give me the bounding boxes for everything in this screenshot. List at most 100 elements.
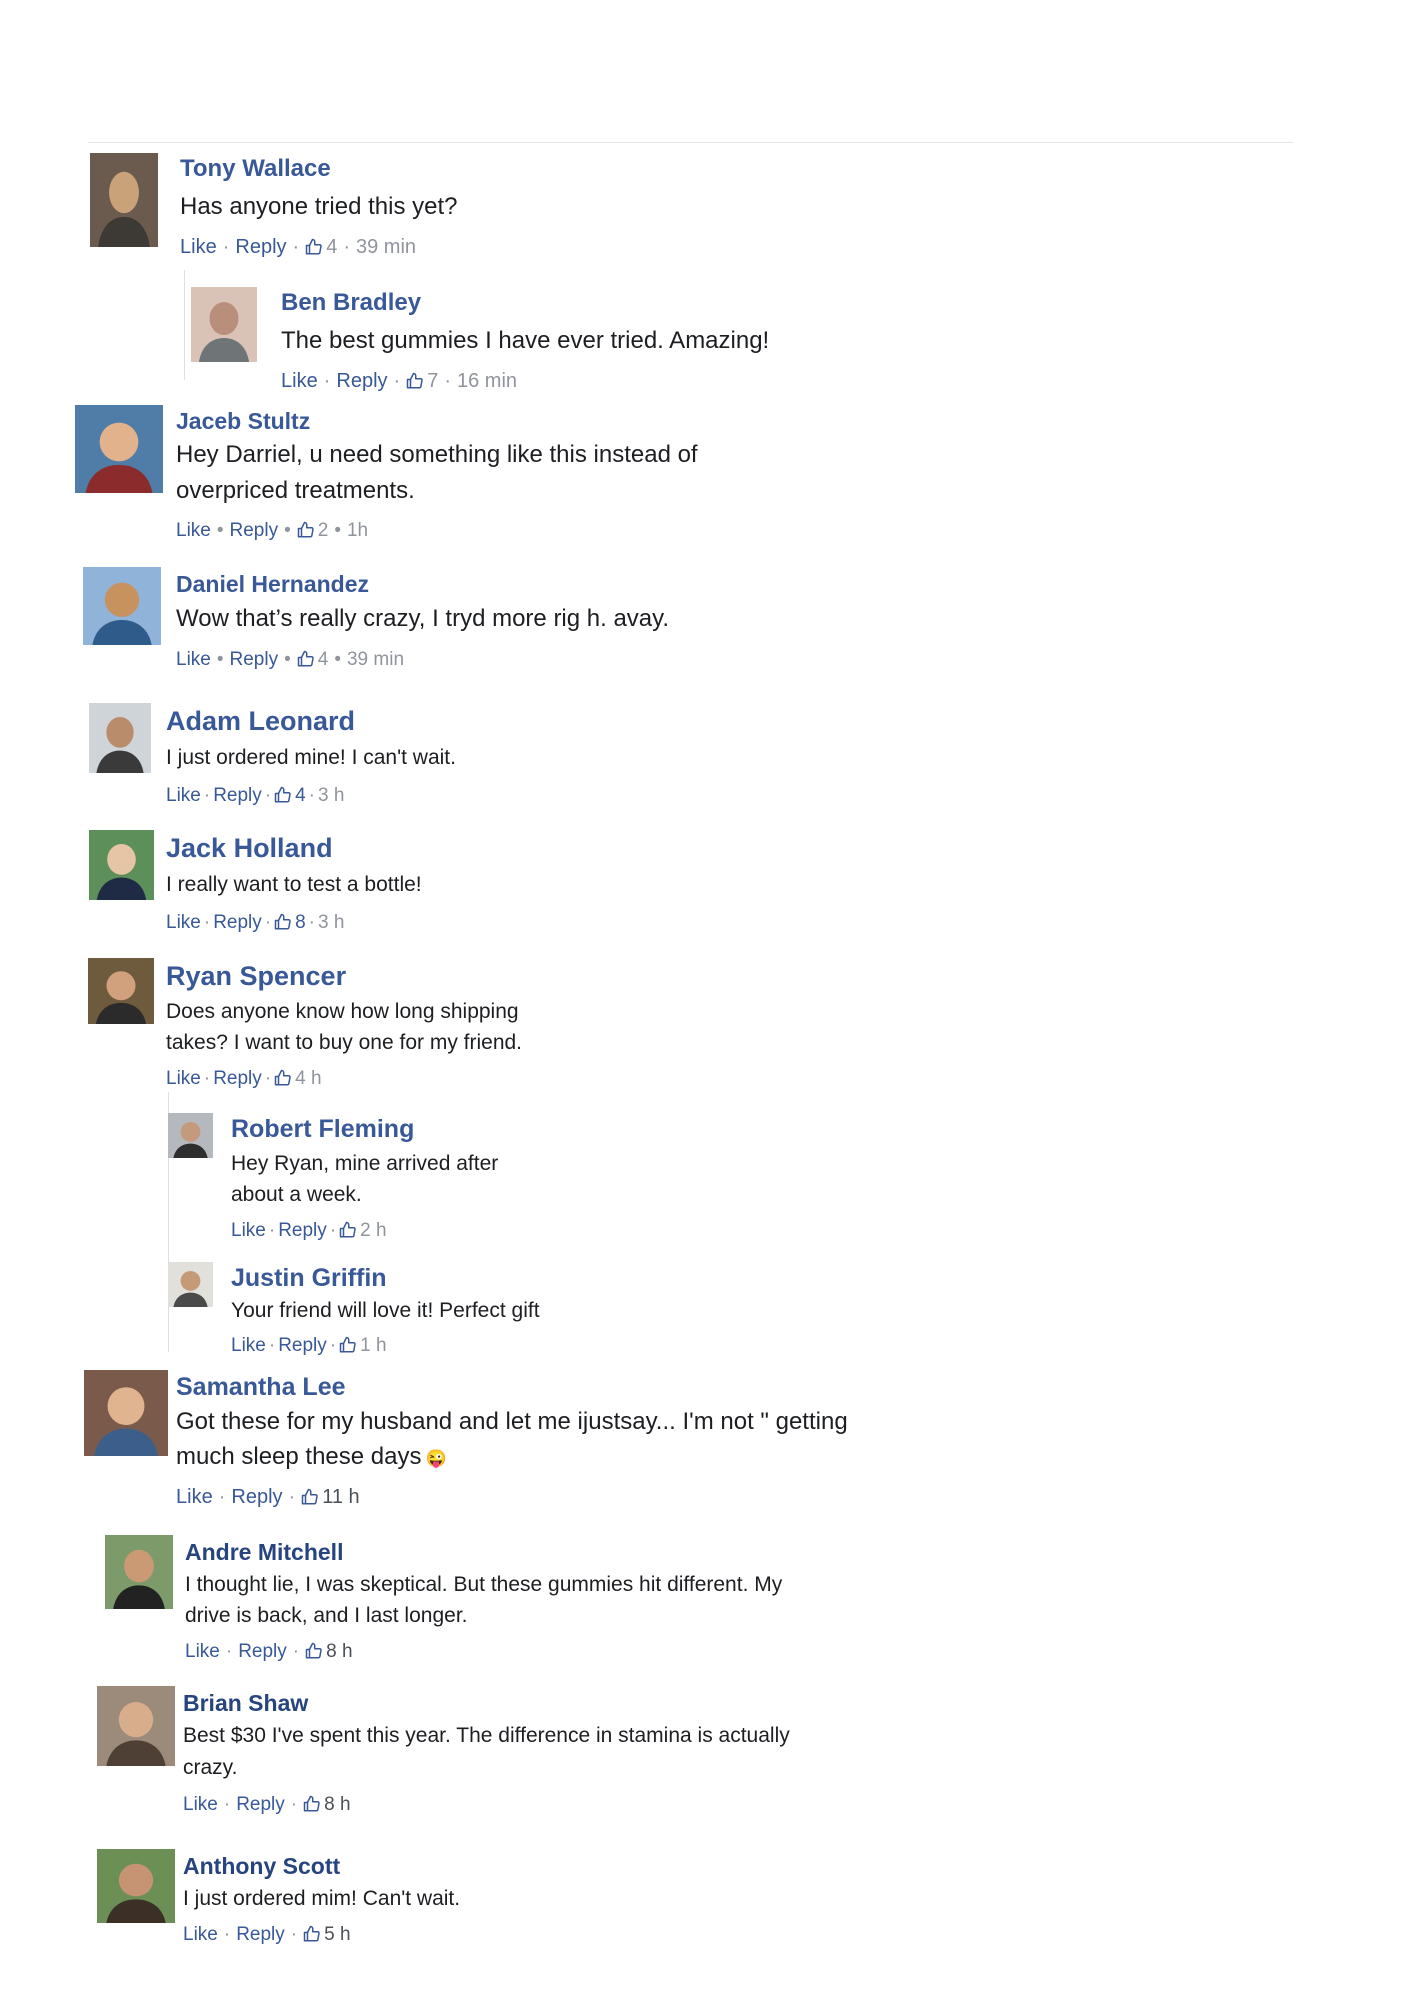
reply-button[interactable]: Reply [336, 370, 387, 392]
commenter-name[interactable]: Adam Leonard [166, 703, 866, 739]
reply-button[interactable]: Reply [213, 912, 262, 933]
like-button[interactable]: Like [183, 1794, 218, 1815]
comment-text-content: Got these for my husband and let me ijus… [176, 1408, 848, 1470]
avatar[interactable] [83, 567, 161, 645]
thumbs-up-icon [305, 230, 323, 270]
like-button[interactable]: Like [166, 1068, 201, 1089]
comment-text: Got these for my husband and let me ijus… [176, 1404, 896, 1476]
like-count: 2 [317, 520, 329, 541]
like-count: 4 [295, 785, 306, 806]
comment-text: Your friend will love it! Perfect gift [231, 1299, 540, 1322]
like-count: 8 [295, 912, 306, 933]
comment-text: Best $30 I've spent this year. The diffe… [183, 1724, 790, 1779]
avatar[interactable] [191, 287, 257, 362]
comment-time: 11 h [322, 1486, 360, 1508]
commenter-name[interactable]: Ben Bradley [281, 285, 981, 321]
comment-time: 16 min [456, 370, 518, 392]
comment-text: I thought lie, I was skeptical. But thes… [185, 1573, 783, 1627]
thumbs-up-icon [274, 780, 292, 818]
avatar[interactable] [89, 830, 154, 900]
separator-dot: · [264, 1068, 272, 1089]
comment-actions: Like · Reply · 8 · 3 h [166, 904, 866, 945]
reply-button[interactable]: Reply [278, 1220, 327, 1241]
separator-dot: · [203, 912, 211, 933]
winking-face-emoji-icon: 😜 [425, 1449, 447, 1468]
comment-actions: Like · Reply · 7 · 16 min [281, 361, 981, 404]
thumbs-up-icon [274, 1061, 292, 1103]
reply-button[interactable]: Reply [230, 520, 279, 541]
avatar[interactable] [168, 1262, 213, 1307]
comment-text: Does anyone know how long shipping takes… [166, 1000, 523, 1054]
commenter-name[interactable]: Andre Mitchell [185, 1535, 825, 1569]
commenter-name[interactable]: Robert Fleming [231, 1113, 531, 1145]
like-button[interactable]: Like [185, 1641, 220, 1662]
like-button[interactable]: Like [281, 370, 318, 392]
separator-dot: · [223, 1924, 231, 1945]
avatar[interactable] [84, 1370, 168, 1456]
reply-button[interactable]: Reply [278, 1335, 327, 1356]
separator-dot: · [268, 1335, 276, 1356]
like-button[interactable]: Like [231, 1335, 266, 1356]
comment-time: 39 min [355, 236, 417, 258]
separator-dot: · [203, 1068, 211, 1089]
separator-dot: • [334, 520, 341, 541]
commenter-name[interactable]: Daniel Hernandez [176, 567, 876, 601]
like-button[interactable]: Like [176, 520, 211, 541]
separator-dot: • [334, 649, 341, 670]
avatar[interactable] [97, 1686, 175, 1766]
reply-button[interactable]: Reply [236, 1794, 285, 1815]
avatar[interactable] [168, 1113, 213, 1158]
like-button[interactable]: Like [176, 649, 211, 670]
reply-button[interactable]: Reply [238, 1641, 287, 1662]
reply-button[interactable]: Reply [230, 649, 279, 670]
avatar[interactable] [90, 153, 158, 247]
avatar[interactable] [89, 703, 151, 773]
comment-time: 8 h [324, 1794, 351, 1815]
commenter-name[interactable]: Jaceb Stultz [176, 405, 736, 437]
comment-text: Hey Darriel, u need something like this … [176, 441, 698, 504]
comment-actions: Like · Reply · 1 h [231, 1328, 651, 1367]
separator-dot: • [216, 520, 224, 541]
separator-dot: · [203, 785, 211, 806]
like-button[interactable]: Like [166, 785, 201, 806]
comment-time: 39 min [346, 649, 405, 670]
comment-actions: Like · Reply · 4 h [166, 1058, 566, 1103]
thumbs-up-icon [274, 907, 292, 945]
like-button[interactable]: Like [176, 1486, 213, 1508]
commenter-name[interactable]: Ryan Spencer [166, 958, 566, 994]
separator-dot: • [284, 649, 291, 670]
thumbs-up-icon [339, 1331, 357, 1367]
like-button[interactable]: Like [166, 912, 201, 933]
separator-dot: · [292, 236, 300, 258]
reply-button[interactable]: Reply [236, 1924, 285, 1945]
thumbs-up-icon [339, 1213, 357, 1255]
commenter-name[interactable]: Samantha Lee [176, 1370, 896, 1404]
comment-text: I really want to test a bottle! [166, 873, 422, 896]
commenter-name[interactable]: Jack Holland [166, 830, 866, 866]
comment-time: 1h [346, 520, 369, 541]
like-button[interactable]: Like [183, 1924, 218, 1945]
thumbs-up-icon [406, 364, 424, 404]
separator-dot: · [290, 1924, 298, 1945]
reply-button[interactable]: Reply [235, 236, 286, 258]
reply-button[interactable]: Reply [231, 1486, 282, 1508]
like-button[interactable]: Like [231, 1220, 266, 1241]
commenter-name[interactable]: Justin Griffin [231, 1262, 651, 1294]
reply-button[interactable]: Reply [213, 1068, 262, 1089]
like-button[interactable]: Like [180, 236, 217, 258]
commenter-name[interactable]: Anthony Scott [183, 1849, 843, 1883]
avatar[interactable] [88, 958, 154, 1024]
separator-dot: · [308, 785, 315, 806]
comment-actions: Like • Reply • 2 • 1h [176, 509, 736, 556]
comment-time: 4 h [295, 1068, 322, 1089]
thumbs-up-icon [297, 640, 315, 686]
commenter-name[interactable]: Brian Shaw [183, 1686, 843, 1720]
commenter-name[interactable]: Tony Wallace [180, 151, 880, 187]
avatar[interactable] [105, 1535, 173, 1609]
avatar[interactable] [97, 1849, 175, 1923]
reply-button[interactable]: Reply [213, 785, 262, 806]
avatar[interactable] [75, 405, 163, 493]
thumbs-up-icon [303, 1787, 321, 1829]
separator-dot: · [444, 370, 451, 392]
separator-dot: • [284, 520, 291, 541]
